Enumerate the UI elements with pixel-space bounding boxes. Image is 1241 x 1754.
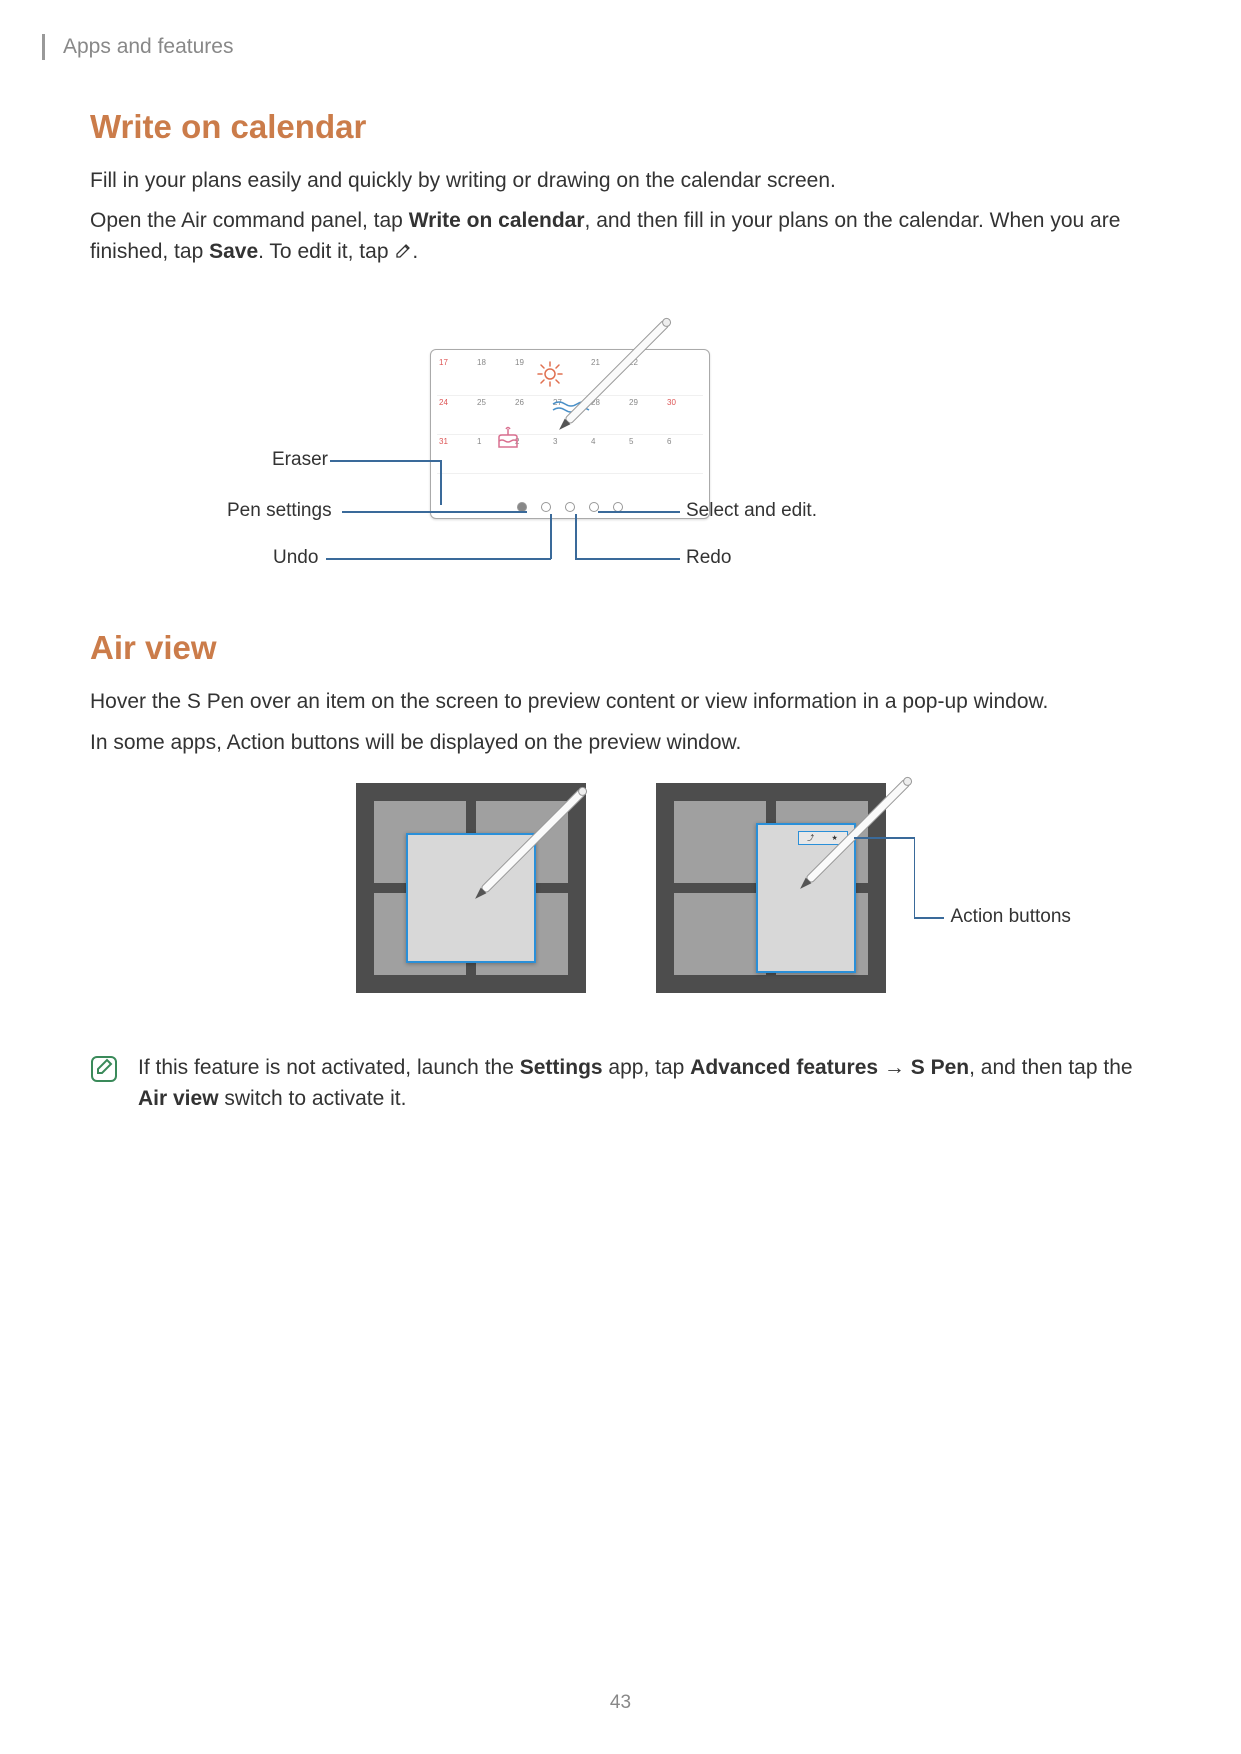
header-accent-bar xyxy=(42,34,45,60)
callout-line xyxy=(598,511,680,513)
cake-doodle-icon xyxy=(495,425,521,449)
note-t9: switch to activate it. xyxy=(219,1087,407,1110)
note-t6: S Pen xyxy=(911,1056,969,1079)
grid-item xyxy=(674,801,766,883)
page-header: Apps and features xyxy=(42,34,233,60)
woc-p2-d: Save xyxy=(209,240,258,263)
callout-redo-label: Redo xyxy=(686,547,731,569)
woc-p2-a: Open the Air command panel, tap xyxy=(90,209,409,232)
note-t1: If this feature is not activated, launch… xyxy=(138,1056,520,1079)
toolbar-eraser-icon xyxy=(541,502,551,512)
note-t5: → xyxy=(878,1056,911,1079)
note-t2: Settings xyxy=(520,1056,603,1079)
callout-line xyxy=(914,917,944,919)
edit-pencil-icon xyxy=(394,239,412,269)
woc-p2-b: Write on calendar xyxy=(409,209,585,232)
figure-write-on-calendar: 17 18 19 21 22 24 25 26 27 28 29 30 31 1… xyxy=(90,289,1151,589)
callout-action-buttons-label: Action buttons xyxy=(951,906,1071,928)
callout-eraser-label: Eraser xyxy=(272,449,328,471)
note-t7: , and then tap the xyxy=(969,1056,1132,1079)
cal-cell: 31 xyxy=(437,435,475,474)
toolbar-undo-icon xyxy=(565,502,575,512)
s-pen-icon xyxy=(520,289,700,469)
callout-line xyxy=(440,460,442,505)
callout-line xyxy=(575,558,680,560)
cal-cell: 18 xyxy=(475,356,513,395)
note-t3: app, tap xyxy=(603,1056,691,1079)
cal-cell: 17 xyxy=(437,356,475,395)
section-title-air-view: Air view xyxy=(90,629,1151,667)
cal-cell: 24 xyxy=(437,396,475,435)
s-pen-icon xyxy=(436,758,616,938)
note-text: If this feature is not activated, launch… xyxy=(138,1053,1151,1114)
figure-air-view: ⤴ ★ Action buttons xyxy=(90,783,1151,1033)
airview-para-1: Hover the S Pen over an item on the scre… xyxy=(90,687,1151,717)
note-t4: Advanced features xyxy=(690,1056,878,1079)
airview-tile-2: ⤴ ★ Action buttons xyxy=(656,783,886,993)
callout-line xyxy=(326,558,551,560)
callout-pen-settings-label: Pen settings xyxy=(227,500,332,522)
note-t8: Air view xyxy=(138,1087,219,1110)
woc-para-2: Open the Air command panel, tap Write on… xyxy=(90,206,1151,269)
callout-line xyxy=(914,837,916,917)
woc-p2-e: . To edit it, tap xyxy=(258,240,394,263)
callout-line xyxy=(575,514,577,559)
note-block: If this feature is not activated, launch… xyxy=(90,1053,1151,1114)
note-icon xyxy=(90,1055,118,1114)
page-number: 43 xyxy=(610,1692,631,1714)
callout-select-edit-label: Select and edit. xyxy=(686,500,817,522)
callout-line xyxy=(854,837,914,839)
header-section-name: Apps and features xyxy=(63,35,233,59)
callout-undo-label: Undo xyxy=(273,547,318,569)
woc-para-1: Fill in your plans easily and quickly by… xyxy=(90,166,1151,196)
section-air-view: Air view Hover the S Pen over an item on… xyxy=(90,629,1151,1114)
callout-line xyxy=(342,511,527,513)
woc-p2-f: . xyxy=(412,240,418,263)
airview-para-2: In some apps, Action buttons will be dis… xyxy=(90,728,1151,758)
grid-item xyxy=(674,893,766,975)
callout-line xyxy=(330,460,440,462)
airview-tile-1 xyxy=(356,783,586,993)
callout-line xyxy=(550,514,552,559)
section-title-write-on-calendar: Write on calendar xyxy=(90,108,1151,146)
